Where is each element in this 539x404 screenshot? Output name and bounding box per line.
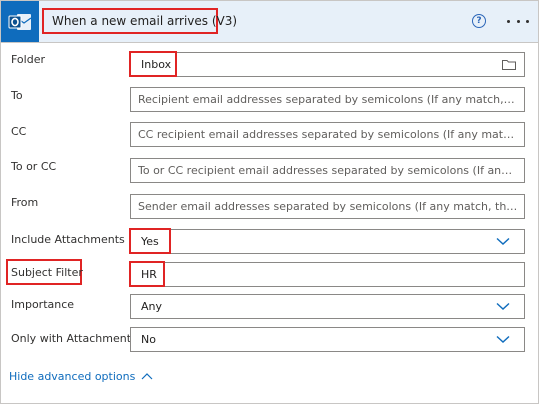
- to-label: To: [11, 89, 23, 102]
- folder-icon[interactable]: [502, 59, 516, 70]
- include-attachments-value: Yes: [141, 235, 159, 248]
- importance-dropdown[interactable]: Any: [130, 294, 525, 319]
- to-placeholder: Recipient email addresses separated by s…: [138, 93, 518, 106]
- to-or-cc-placeholder: To or CC recipient email addresses separ…: [138, 164, 518, 177]
- chevron-up-icon: [141, 373, 153, 380]
- folder-value: Inbox: [141, 58, 172, 71]
- subject-filter-label: Subject Filter: [11, 266, 83, 279]
- to-or-cc-field[interactable]: To or CC recipient email addresses separ…: [130, 158, 525, 183]
- hide-advanced-options-label: Hide advanced options: [9, 370, 136, 383]
- include-attachments-dropdown[interactable]: Yes: [129, 228, 525, 254]
- include-attachments-label: Include Attachments: [11, 233, 125, 246]
- importance-value: Any: [141, 300, 163, 313]
- outlook-icon: [1, 1, 39, 42]
- to-field[interactable]: Recipient email addresses separated by s…: [130, 87, 525, 112]
- cc-field[interactable]: CC recipient email addresses separated b…: [130, 122, 525, 147]
- to-or-cc-label: To or CC: [11, 160, 57, 173]
- importance-label: Importance: [11, 298, 75, 311]
- folder-label: Folder: [11, 53, 45, 66]
- help-circle-icon[interactable]: ?: [472, 14, 486, 28]
- cc-label: CC: [11, 125, 27, 138]
- card-header[interactable]: When a new email arrives (V3) ?: [1, 1, 538, 43]
- hide-advanced-options-link[interactable]: Hide advanced options: [9, 370, 153, 383]
- only-with-attachments-dropdown[interactable]: No: [130, 327, 525, 352]
- subject-filter-field[interactable]: HR: [129, 261, 525, 287]
- from-label: From: [11, 196, 39, 209]
- trigger-title[interactable]: When a new email arrives (V3): [42, 8, 237, 34]
- from-placeholder: Sender email addresses separated by semi…: [138, 200, 518, 213]
- trigger-card: When a new email arrives (V3) ? Folder I…: [0, 0, 539, 404]
- cc-placeholder: CC recipient email addresses separated b…: [138, 128, 518, 141]
- folder-field[interactable]: Inbox: [129, 51, 525, 77]
- chevron-down-icon[interactable]: [496, 333, 510, 345]
- chevron-down-icon[interactable]: [496, 300, 510, 312]
- subject-filter-value: HR: [141, 268, 157, 281]
- from-field[interactable]: Sender email addresses separated by semi…: [130, 194, 525, 219]
- chevron-down-icon[interactable]: [496, 235, 510, 247]
- only-with-attachments-label: Only with Attachments: [11, 332, 137, 345]
- more-horizontal-icon[interactable]: [507, 12, 529, 30]
- only-with-attachments-value: No: [141, 333, 156, 346]
